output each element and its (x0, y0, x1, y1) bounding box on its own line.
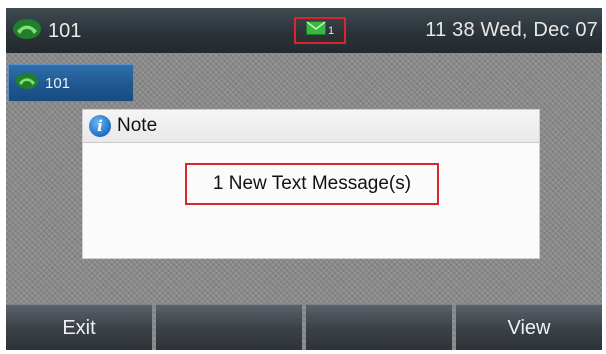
softkey-bar: Exit View (6, 304, 602, 350)
dialog-title: Note (117, 115, 158, 136)
note-dialog: i Note 1 New Text Message(s) (82, 109, 540, 259)
account-label: 101 (48, 19, 82, 42)
new-message-indicator[interactable]: 1 (294, 17, 346, 44)
exit-softkey[interactable]: Exit (6, 304, 152, 350)
message-count: 1 (327, 24, 335, 37)
view-softkey[interactable]: View (456, 304, 602, 350)
line-key-label: 101 (45, 74, 71, 92)
softkey-3[interactable] (306, 304, 452, 350)
account-indicator: 101 (12, 17, 81, 45)
info-icon: i (89, 115, 111, 137)
phone-handset-icon (12, 18, 42, 45)
status-bar: 101 1 11 38 Wed, Dec 07 (6, 8, 602, 53)
phone-screen: 101 1 11 38 Wed, Dec 07 101 i Note 1 New… (6, 8, 602, 350)
softkey-2[interactable] (156, 304, 302, 350)
dialog-header: i Note (83, 110, 539, 143)
phone-handset-icon (15, 72, 39, 95)
dialog-message: 1 New Text Message(s) (185, 163, 439, 205)
line-key-101[interactable]: 101 (8, 64, 134, 102)
date-time: 11 38 Wed, Dec 07 (425, 19, 598, 41)
envelope-icon (305, 21, 326, 40)
